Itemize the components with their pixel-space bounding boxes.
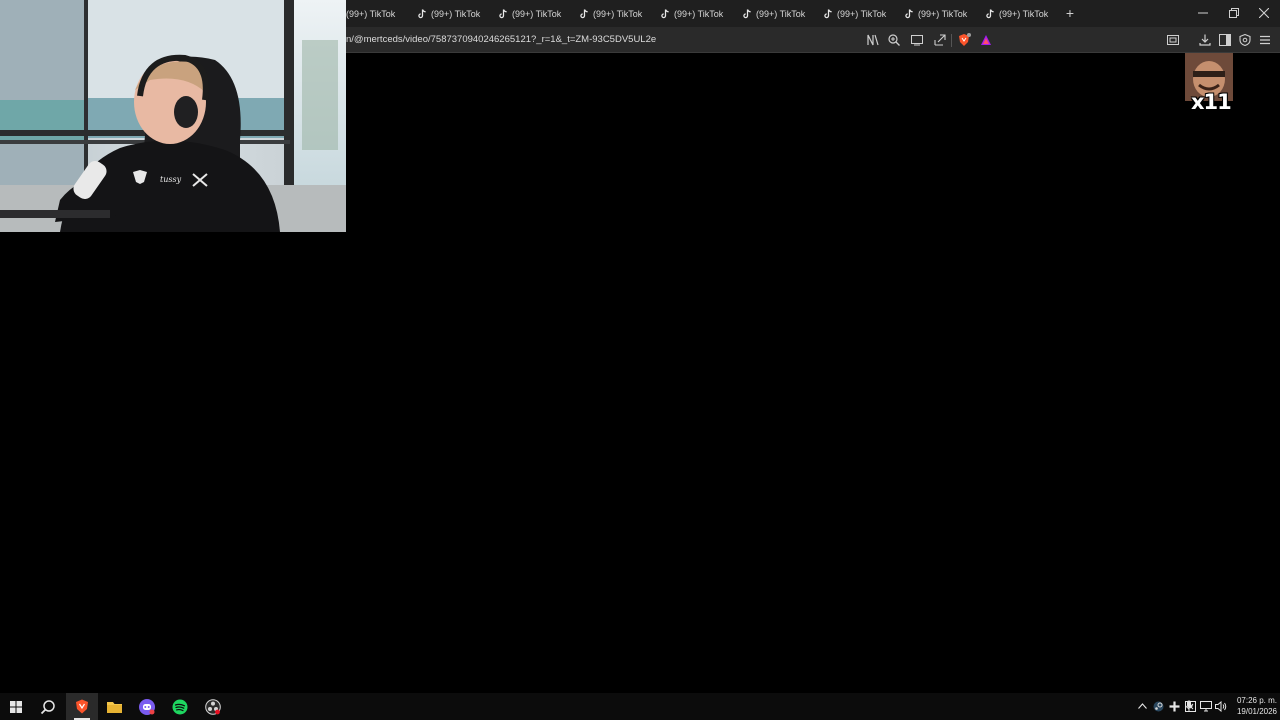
close-icon bbox=[1259, 8, 1269, 18]
browser-tab-title: (99+) TikTok bbox=[512, 8, 562, 19]
browser-tab-title: (99+) TikTok bbox=[346, 8, 396, 19]
browser-tab[interactable]: (99+) TikTok bbox=[418, 4, 492, 23]
taskbar-obs[interactable] bbox=[197, 693, 229, 720]
tab-fade bbox=[1046, 4, 1060, 23]
tray-overflow-button[interactable] bbox=[1135, 698, 1149, 714]
clock-date: 19/01/2026 bbox=[1236, 706, 1277, 716]
browser-tab[interactable]: (99+) TikTok bbox=[986, 4, 1060, 23]
obs-icon bbox=[205, 698, 221, 715]
tray-volume[interactable] bbox=[1214, 698, 1228, 714]
screenshot-icon bbox=[1167, 35, 1179, 45]
toolbar-divider bbox=[951, 34, 952, 47]
screenshot-button[interactable] bbox=[1165, 32, 1181, 48]
brave-browser-icon bbox=[76, 699, 88, 714]
browser-tab-title: (99+) TikTok bbox=[756, 8, 806, 19]
tray-steam[interactable] bbox=[1151, 698, 1165, 714]
tiktok-icon bbox=[986, 8, 994, 18]
browser-tab[interactable]: (99+) TikTok bbox=[499, 4, 573, 23]
taskbar-clock[interactable]: 07:26 p. m. 19/01/2026 bbox=[1227, 696, 1277, 717]
taskbar-spotify[interactable] bbox=[164, 693, 196, 720]
minimize-icon bbox=[1198, 12, 1208, 14]
volume-icon bbox=[1215, 700, 1227, 712]
tab-fade bbox=[721, 4, 735, 23]
url-field[interactable]: n/@mertceds/video/7587370940246265121?_r… bbox=[346, 34, 656, 45]
browser-tab-title: (99+) TikTok bbox=[593, 8, 643, 19]
chevron-up-icon bbox=[1137, 703, 1147, 709]
tiktok-icon bbox=[418, 8, 426, 18]
taskbar-file-explorer[interactable] bbox=[98, 693, 130, 720]
tab-fade bbox=[884, 4, 898, 23]
browser-tab-title: (99+) TikTok bbox=[999, 8, 1049, 19]
browser-tab[interactable]: (99+) TikTok bbox=[346, 4, 420, 23]
cast-button[interactable] bbox=[909, 32, 925, 48]
share-icon bbox=[934, 34, 946, 46]
tab-fade bbox=[559, 4, 573, 23]
zoom-icon bbox=[888, 34, 900, 46]
browser-tab-title: (99+) TikTok bbox=[431, 8, 481, 19]
taskbar-brave[interactable] bbox=[66, 693, 98, 720]
brave-rewards-button[interactable] bbox=[978, 32, 994, 48]
discord-icon bbox=[139, 698, 155, 715]
reader-mode-icon bbox=[867, 34, 879, 46]
tab-fade bbox=[803, 4, 817, 23]
tiktok-icon bbox=[743, 8, 751, 18]
spotify-icon bbox=[172, 699, 188, 714]
svg-text:tussy: tussy bbox=[160, 175, 182, 184]
tab-fade bbox=[478, 4, 492, 23]
reader-mode-button[interactable] bbox=[865, 32, 881, 48]
browser-tab-title: (99+) TikTok bbox=[837, 8, 887, 19]
download-button[interactable] bbox=[1197, 32, 1213, 48]
close-button[interactable] bbox=[1254, 4, 1274, 22]
restore-icon bbox=[1229, 8, 1239, 18]
vpn-shield-button[interactable] bbox=[1237, 32, 1253, 48]
tiktok-icon bbox=[580, 8, 588, 18]
taskbar-discord[interactable] bbox=[131, 693, 163, 720]
tiktok-icon bbox=[824, 8, 832, 18]
search-icon bbox=[40, 699, 55, 714]
tray-microphone[interactable] bbox=[1182, 698, 1196, 714]
brave-shields-icon bbox=[959, 33, 971, 46]
start-button[interactable] bbox=[0, 693, 32, 720]
tiktok-icon bbox=[499, 8, 507, 18]
search-button[interactable] bbox=[32, 693, 64, 720]
vpn-shield-icon bbox=[1239, 34, 1251, 46]
new-tab-button[interactable]: + bbox=[1063, 6, 1077, 20]
webcam-overlay: tussy bbox=[0, 0, 346, 232]
steam-icon bbox=[1153, 701, 1163, 711]
browser-tab[interactable]: (99+) TikTok bbox=[824, 4, 898, 23]
clock-time: 07:26 p. m. bbox=[1236, 696, 1277, 705]
browser-tab[interactable]: (99+) TikTok bbox=[743, 4, 817, 23]
file-explorer-icon bbox=[106, 701, 122, 713]
tab-fade bbox=[965, 4, 979, 23]
tab-fade bbox=[640, 4, 654, 23]
brave-rewards-icon bbox=[981, 35, 991, 45]
tray-app[interactable] bbox=[1167, 698, 1181, 714]
app-tray-icon bbox=[1169, 701, 1179, 711]
browser-tab-title: (99+) TikTok bbox=[674, 8, 724, 19]
windows-taskbar: 07:26 p. m. 19/01/2026 bbox=[0, 693, 1280, 720]
download-icon bbox=[1199, 34, 1211, 46]
sidebar-icon bbox=[1219, 34, 1231, 46]
zoom-button[interactable] bbox=[886, 32, 902, 48]
emote-count: x11 bbox=[1191, 90, 1232, 114]
menu-icon bbox=[1260, 35, 1270, 45]
streamer-webcam-image: tussy bbox=[0, 0, 346, 232]
windows-start-icon bbox=[10, 700, 22, 713]
menu-button[interactable] bbox=[1257, 32, 1273, 48]
restore-button[interactable] bbox=[1224, 4, 1244, 22]
minimize-button[interactable] bbox=[1193, 4, 1213, 22]
browser-tab[interactable]: (99+) TikTok bbox=[580, 4, 654, 23]
browser-tab-title: (99+) TikTok bbox=[918, 8, 968, 19]
sidebar-button[interactable] bbox=[1217, 32, 1233, 48]
microphone-icon bbox=[1185, 700, 1193, 712]
tiktok-icon bbox=[905, 8, 913, 18]
network-icon bbox=[1200, 700, 1212, 711]
brave-shields-button[interactable] bbox=[956, 32, 972, 48]
tray-network[interactable] bbox=[1199, 698, 1213, 714]
share-button[interactable] bbox=[932, 32, 948, 48]
cast-icon bbox=[911, 35, 923, 46]
browser-tab[interactable]: (99+) TikTok bbox=[661, 4, 735, 23]
tiktok-icon bbox=[661, 8, 669, 18]
browser-tab[interactable]: (99+) TikTok bbox=[905, 4, 979, 23]
